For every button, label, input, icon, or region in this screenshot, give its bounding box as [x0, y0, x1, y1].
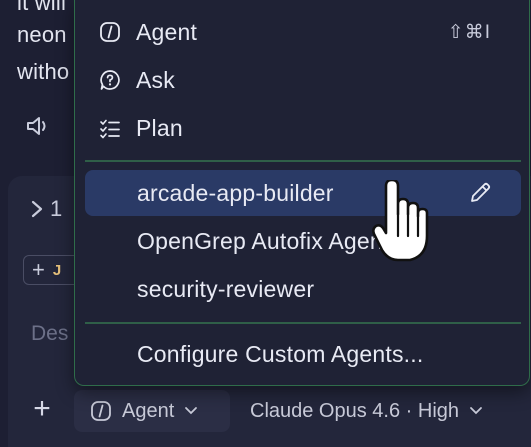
- ask-icon: [99, 69, 121, 91]
- menu-item-arcade-app-builder[interactable]: arcade-app-builder: [85, 170, 521, 216]
- agent-mode-button[interactable]: Agent: [74, 390, 230, 432]
- collapsed-section-toggle[interactable]: 1: [30, 196, 62, 222]
- chat-input-placeholder[interactable]: Des: [31, 322, 68, 346]
- speaker-icon[interactable]: [24, 112, 52, 140]
- agent-icon: [99, 21, 121, 43]
- menu-divider: [85, 160, 521, 162]
- menu-item-label: Configure Custom Agents...: [137, 340, 424, 367]
- agent-icon: [91, 401, 111, 421]
- chevron-right-icon: [31, 200, 43, 218]
- chat-text-line: neon: [17, 22, 67, 47]
- chip-label: J: [52, 261, 62, 279]
- menu-item-label: OpenGrep Autofix Agent: [137, 227, 390, 254]
- menu-item-agent[interactable]: Agent ⇧⌘I: [85, 9, 521, 55]
- configure-custom-agents-item[interactable]: Configure Custom Agents...: [85, 331, 521, 377]
- agent-mode-menu: Agent ⇧⌘I Ask Plan arcade-app-builder Op…: [74, 0, 530, 386]
- chat-text-line: it will: [17, 0, 67, 15]
- menu-item-plan[interactable]: Plan: [85, 105, 521, 151]
- chat-text-line: witho: [17, 59, 70, 84]
- menu-item-label: Agent: [136, 18, 198, 45]
- collapsed-section-label: 1: [50, 196, 63, 221]
- menu-item-label: Ask: [136, 66, 175, 93]
- menu-item-label: arcade-app-builder: [137, 179, 334, 206]
- model-label: Claude Opus 4.6 · High: [250, 399, 460, 422]
- agent-mode-label: Agent: [122, 399, 175, 422]
- menu-item-ask[interactable]: Ask: [85, 57, 521, 103]
- add-context-button[interactable]: +: [28, 393, 56, 425]
- plan-icon: [99, 117, 121, 139]
- menu-divider: [85, 322, 521, 324]
- menu-item-label: security-reviewer: [137, 275, 315, 302]
- plus-icon: +: [32, 257, 45, 282]
- hand-cursor-icon: [372, 180, 429, 262]
- menu-item-security-reviewer[interactable]: security-reviewer: [85, 266, 521, 312]
- chevron-down-icon: [185, 407, 198, 415]
- chevron-down-icon: [470, 407, 482, 415]
- menu-item-label: Plan: [136, 114, 183, 141]
- keyboard-shortcut: ⇧⌘I: [447, 21, 491, 43]
- pencil-icon[interactable]: [467, 180, 493, 206]
- menu-item-opengrep-autofix-agent[interactable]: OpenGrep Autofix Agent: [85, 218, 521, 264]
- model-picker-button[interactable]: Claude Opus 4.6 · High: [250, 390, 483, 432]
